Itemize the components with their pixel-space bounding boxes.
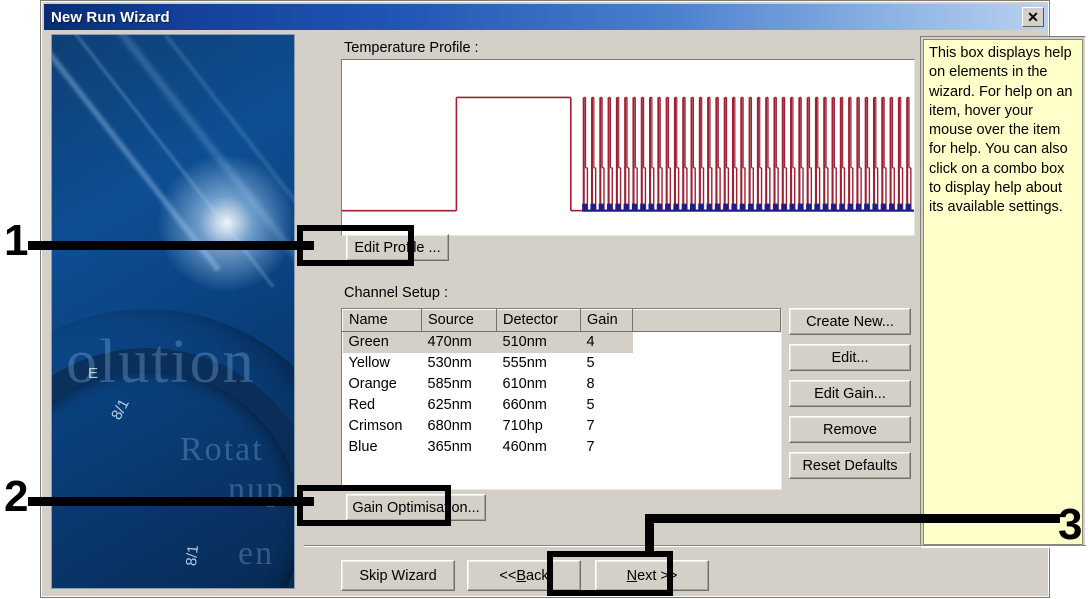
cell-channel-name: Green (342, 331, 422, 353)
cell-channel-name: Yellow (348, 355, 390, 371)
table-row[interactable]: Blue 365nm 460nm 7 (343, 437, 781, 458)
cell-filler (633, 353, 781, 374)
close-icon[interactable]: ✕ (1022, 7, 1044, 27)
table-row[interactable]: Green 470nm 510nm 4 (342, 331, 781, 353)
annotation-1-leader-line (28, 241, 314, 250)
edit-gain-button[interactable]: Edit Gain... (789, 380, 911, 407)
column-header-detector[interactable]: Detector (496, 309, 581, 332)
cell-filler (633, 374, 781, 395)
banner-tick-label: E (88, 365, 99, 382)
new-run-wizard-dialog: New Run Wizard ✕ olution Rotat nup en E … (41, 1, 1086, 597)
cell-channel-name: Red (348, 397, 376, 413)
channel-setup-table: Name Source Detector Gain Green 470nm 510n… (341, 308, 782, 490)
annotation-3-leader-elbow (645, 514, 654, 556)
footer-divider (304, 545, 1086, 547)
back-label-accel: B (516, 567, 527, 584)
cell-channel-source: 470nm (421, 331, 497, 353)
column-header-filler (632, 309, 781, 332)
window-title: New Run Wizard (51, 8, 170, 26)
cell-channel-gain: 8 (586, 376, 595, 392)
create-new-button[interactable]: Create New... (789, 308, 911, 335)
cell-channel-gain: 5 (586, 355, 595, 371)
annotation-2-leader-line (28, 497, 314, 506)
cell-channel-name: Blue (348, 439, 378, 455)
rotor-disc-graphic (52, 309, 294, 588)
column-header-gain[interactable]: Gain (580, 309, 633, 332)
table-header-row: Name Source Detector Gain (342, 309, 781, 332)
cell-channel-detector: 555nm (502, 355, 547, 371)
cell-filler (633, 437, 781, 458)
cell-channel-gain: 7 (586, 418, 595, 434)
annotation-3-highlight-box (547, 551, 673, 596)
temperature-profile-chart (341, 59, 915, 236)
help-panel-inner: This box displays help on elements in th… (923, 39, 1083, 545)
annotation-2-highlight-box (297, 485, 451, 526)
cell-channel-source: 625nm (427, 397, 472, 413)
title-bar: New Run Wizard ✕ (44, 4, 1048, 30)
cell-channel-name: Orange (348, 376, 397, 392)
table-row[interactable]: Crimson 680nm 710hp 7 (343, 416, 781, 437)
cell-channel-source: 680nm (427, 418, 472, 434)
skip-wizard-button[interactable]: Skip Wizard (341, 560, 455, 591)
table-row[interactable]: Red 625nm 660nm 5 (343, 395, 781, 416)
help-panel: This box displays help on elements in th… (920, 36, 1086, 548)
cell-channel-source: 585nm (427, 376, 472, 392)
cell-channel-detector: 710hp (502, 418, 543, 434)
cell-channel-gain: 5 (586, 397, 595, 413)
table-row[interactable]: Orange 585nm 610nm 8 (343, 374, 781, 395)
temperature-profile-plot (342, 96, 914, 212)
cell-channel-source: 365nm (427, 439, 472, 455)
screenshot-root: New Run Wizard ✕ olution Rotat nup en E … (0, 0, 1088, 599)
cell-filler (632, 331, 781, 353)
edit-button[interactable]: Edit... (789, 344, 911, 371)
cell-channel-detector: 660nm (502, 397, 547, 413)
cell-channel-detector: 510nm (496, 331, 581, 353)
table-row[interactable]: Yellow 530nm 555nm 5 (343, 353, 781, 374)
reset-defaults-button[interactable]: Reset Defaults (789, 452, 911, 479)
help-panel-text: This box displays help on elements in th… (929, 45, 1073, 216)
banner-tick-label: 8/1 (182, 544, 202, 567)
cell-filler (633, 416, 781, 437)
annotation-1-number: 1 (4, 216, 29, 265)
cell-channel-name: Crimson (348, 418, 403, 434)
annotation-3-number: 3 (1058, 500, 1083, 549)
channel-setup-label: Channel Setup : (344, 285, 448, 301)
annotation-2-number: 2 (4, 472, 29, 521)
cell-filler (633, 395, 781, 416)
light-streak (52, 35, 276, 289)
rotor-ring (52, 348, 294, 588)
annotation-1-highlight-box (297, 225, 414, 266)
remove-button[interactable]: Remove (789, 416, 911, 443)
back-label-suffix: ack (526, 567, 549, 584)
cell-channel-detector: 610nm (502, 376, 547, 392)
column-header-name[interactable]: Name (342, 309, 422, 332)
cell-channel-source: 530nm (427, 355, 472, 371)
temperature-profile-label: Temperature Profile : (344, 40, 479, 56)
light-streak (111, 35, 294, 268)
cell-channel-detector: 460nm (502, 439, 547, 455)
cell-channel-gain: 7 (586, 439, 595, 455)
cell-channel-gain: 4 (580, 331, 633, 353)
annotation-3-leader-line (645, 514, 1060, 523)
column-header-source[interactable]: Source (421, 309, 497, 332)
back-label-prefix: << (499, 567, 517, 584)
